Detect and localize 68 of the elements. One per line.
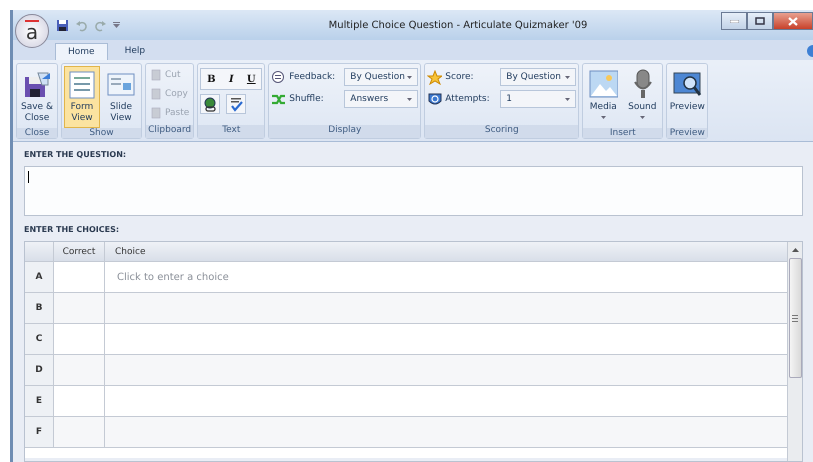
row-header: D xyxy=(25,355,54,385)
redo-icon xyxy=(94,18,107,32)
section-label: ENTER THE QUESTION: xyxy=(24,150,128,161)
scrollbar[interactable] xyxy=(787,242,802,461)
dropdown-field[interactable]: By Question xyxy=(344,68,418,86)
logo-text: a xyxy=(24,20,40,42)
scroll-up-icon xyxy=(792,248,798,252)
undo-icon xyxy=(75,18,88,32)
window-title: Multiple Choice Question - Articulate Quizmaker '09 xyxy=(328,20,588,30)
row-header: E xyxy=(25,386,54,416)
row-header: C xyxy=(25,324,54,354)
group-label: Preview xyxy=(667,128,708,138)
field-label: Shuffle: xyxy=(289,94,325,104)
dropdown-field[interactable]: 1 xyxy=(500,90,576,108)
customize-button[interactable] xyxy=(112,21,121,29)
row-header: F xyxy=(25,417,54,447)
field-label: Attempts: xyxy=(445,94,491,104)
dropdown-field[interactable]: Answers xyxy=(344,90,418,108)
ribbon-button[interactable] xyxy=(226,94,246,114)
column-header[interactable]: Choice xyxy=(105,242,787,261)
text-cursor xyxy=(28,171,29,183)
ribbon-button[interactable]: Media xyxy=(585,66,622,128)
close-icon xyxy=(788,16,798,26)
scrollbar-thumb[interactable] xyxy=(788,258,802,378)
ribbon-button[interactable]: Preview xyxy=(669,66,706,128)
row-header: B xyxy=(25,293,54,323)
group-label: Text xyxy=(198,125,264,138)
group-label: Close xyxy=(17,128,57,138)
ribbon-tab[interactable]: Home xyxy=(55,43,108,60)
ribbon-tab[interactable]: Help xyxy=(112,42,158,60)
list-icon xyxy=(67,69,97,99)
maximize-icon xyxy=(755,17,765,25)
save-button[interactable] xyxy=(55,18,70,32)
row-header: A xyxy=(25,262,54,292)
ribbon-button[interactable]: Save & Close xyxy=(19,66,55,128)
ribbon-button[interactable]: Sound xyxy=(624,66,660,128)
caret-icon xyxy=(565,98,570,100)
group-label: Insert xyxy=(583,128,662,138)
caret-icon xyxy=(407,76,412,78)
minimize-button[interactable] xyxy=(721,12,747,30)
format-button[interactable]: I xyxy=(221,69,242,89)
column-header[interactable]: Correct xyxy=(54,242,105,261)
picture-icon xyxy=(588,69,618,99)
dropdown-field[interactable]: By Question xyxy=(500,68,576,86)
close-button[interactable] xyxy=(773,12,813,30)
caret-icon xyxy=(407,98,412,100)
format-button[interactable]: B xyxy=(201,69,222,89)
ribbon-button[interactable] xyxy=(200,94,220,114)
caret-icon xyxy=(565,76,570,78)
caret-icon xyxy=(113,22,120,28)
format-button[interactable]: U xyxy=(241,69,262,89)
group-label: Clipboard xyxy=(146,125,194,138)
field-label: Score: xyxy=(445,72,475,82)
section-label: ENTER THE CHOICES: xyxy=(24,225,120,236)
question-field[interactable] xyxy=(24,166,803,216)
grip-icon xyxy=(792,314,798,322)
ribbon-button[interactable]: Slide View xyxy=(103,66,139,128)
star-icon xyxy=(427,70,442,84)
minimize-icon xyxy=(730,20,738,22)
group-label: Scoring xyxy=(425,125,578,138)
ribbon-button[interactable]: Form View xyxy=(64,66,100,128)
field-label: Feedback: xyxy=(289,72,336,82)
check-mark-icon xyxy=(229,96,244,112)
group-label: Show xyxy=(62,128,141,138)
globe-link-icon xyxy=(203,96,218,112)
maximize-button[interactable] xyxy=(747,12,773,30)
group-label: Display xyxy=(269,125,420,138)
speech-bubble-icon xyxy=(271,70,286,84)
